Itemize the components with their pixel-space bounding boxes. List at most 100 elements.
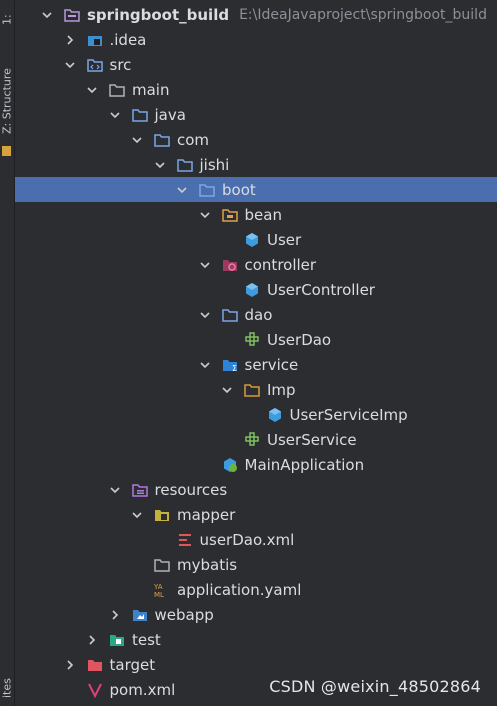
chevron-down-icon[interactable] (199, 209, 211, 221)
tree-boot[interactable]: boot (15, 177, 497, 202)
tree-java[interactable]: java (15, 102, 497, 127)
blue-folder-icon (131, 106, 149, 124)
tree-mainapplication[interactable]: MainApplication (15, 452, 497, 477)
tree-item-label: application.yaml (177, 580, 302, 599)
orange-folder-icon (243, 381, 261, 399)
resources-folder-icon (131, 481, 149, 499)
package-icon (176, 156, 194, 174)
test-folder-icon (108, 631, 126, 649)
package-icon (221, 306, 239, 324)
chevron-down-icon[interactable] (86, 84, 98, 96)
project-tree[interactable]: springboot_build E:\IdeaJavaproject\sprin… (15, 0, 497, 706)
chevron-down-icon[interactable] (221, 384, 233, 396)
tree-item-label: UserService (267, 430, 357, 449)
structure-tab-label: Z: Structure (0, 68, 14, 134)
structure-tool-tab[interactable]: Z: Structure (0, 60, 14, 142)
tree-item-label: service (244, 355, 299, 374)
watermark: CSDN @weixin_48502864 (269, 677, 481, 696)
tree-item-label: java (154, 105, 186, 124)
tree-mybatis[interactable]: mybatis (15, 552, 497, 577)
controller-folder-icon (221, 256, 239, 274)
tree-imp[interactable]: Imp (15, 377, 497, 402)
tree-userdao-xml[interactable]: userDao.xml (15, 527, 497, 552)
favorites-tab-label: ites (0, 678, 14, 698)
interface-icon (243, 431, 261, 449)
tree-item-label: controller (244, 255, 317, 274)
tree-userserviceimp[interactable]: UserServiceImp (15, 402, 497, 427)
tree-item-label: User (267, 230, 302, 249)
web-folder-icon (131, 606, 149, 624)
tree-item-label: mybatis (177, 555, 238, 574)
chevron-down-icon[interactable] (64, 59, 76, 71)
tree-bean[interactable]: bean (15, 202, 497, 227)
tree-main[interactable]: main (15, 77, 497, 102)
tree-item-label: UserDao (267, 330, 332, 349)
chevron-right-icon[interactable] (64, 34, 76, 46)
tree-item-label: MainApplication (244, 455, 365, 474)
chevron-down-icon[interactable] (109, 109, 121, 121)
tree-item-label: Imp (267, 380, 296, 399)
tree-src[interactable]: src (15, 52, 497, 77)
tree-com[interactable]: com (15, 127, 497, 152)
chevron-right-icon[interactable] (86, 634, 98, 646)
tree-item-label: pom.xml (109, 680, 176, 699)
tree-userservice[interactable]: UserService (15, 427, 497, 452)
yaml-file-icon: YA ML (153, 581, 171, 599)
chevron-down-icon[interactable] (109, 484, 121, 496)
tree-target[interactable]: target (15, 652, 497, 677)
chevron-right-icon[interactable] (109, 609, 121, 621)
mapper-folder-icon (153, 506, 171, 524)
spring-class-icon (221, 456, 239, 474)
tree-user[interactable]: User (15, 227, 497, 252)
chevron-down-icon[interactable] (131, 134, 143, 146)
chevron-down-icon[interactable] (199, 259, 211, 271)
chevron-down-icon[interactable] (176, 184, 188, 196)
tree-application-yaml[interactable]: YA ML application.yaml (15, 577, 497, 602)
tree-controller[interactable]: controller (15, 252, 497, 277)
side-tool-panel: 1: Z: Structure ites (0, 0, 15, 706)
tree-usercontroller[interactable]: UserController (15, 277, 497, 302)
chevron-down-icon[interactable] (199, 309, 211, 321)
folder-icon (108, 81, 126, 99)
chevron-down-icon[interactable] (199, 359, 211, 371)
chevron-down-icon[interactable] (154, 159, 166, 171)
tree-resources[interactable]: resources (15, 477, 497, 502)
excluded-folder-icon (86, 656, 104, 674)
chevron-down-icon[interactable] (131, 509, 143, 521)
bean-folder-icon (221, 206, 239, 224)
tree-item-label: webapp (154, 605, 214, 624)
tree-dao[interactable]: dao (15, 302, 497, 327)
package-icon (153, 131, 171, 149)
tree-jishi[interactable]: jishi (15, 152, 497, 177)
tree-item-label: bean (244, 205, 282, 224)
favorites-tool-tab[interactable]: ites (0, 670, 14, 706)
tree-mapper[interactable]: mapper (15, 502, 497, 527)
tree-item-label: UserServiceImp (289, 405, 408, 424)
chevron-right-icon[interactable] (64, 659, 76, 671)
tree-webapp[interactable]: webapp (15, 602, 497, 627)
project-path: E:\IdeaJavaproject\springboot_build (239, 6, 487, 23)
service-folder-icon: Σ (221, 356, 239, 374)
tree-userdao[interactable]: UserDao (15, 327, 497, 352)
project-tool-tab[interactable]: 1: (0, 0, 14, 40)
tree-idea[interactable]: .idea (15, 27, 497, 52)
tree-item-label: mapper (177, 505, 236, 524)
tree-service[interactable]: Σservice (15, 352, 497, 377)
svg-text:YA: YA (153, 583, 163, 591)
chevron-down-icon[interactable] (41, 9, 53, 21)
tree-root[interactable]: springboot_build E:\IdeaJavaproject\sprin… (15, 2, 497, 27)
folder-icon (153, 556, 171, 574)
source-folder-icon (86, 56, 104, 74)
tree-item-label: springboot_build (87, 5, 230, 24)
interface-icon (243, 331, 261, 349)
tree-item-label: jishi (199, 155, 230, 174)
tree-item-label: com (177, 130, 210, 149)
tree-test[interactable]: test (15, 627, 497, 652)
